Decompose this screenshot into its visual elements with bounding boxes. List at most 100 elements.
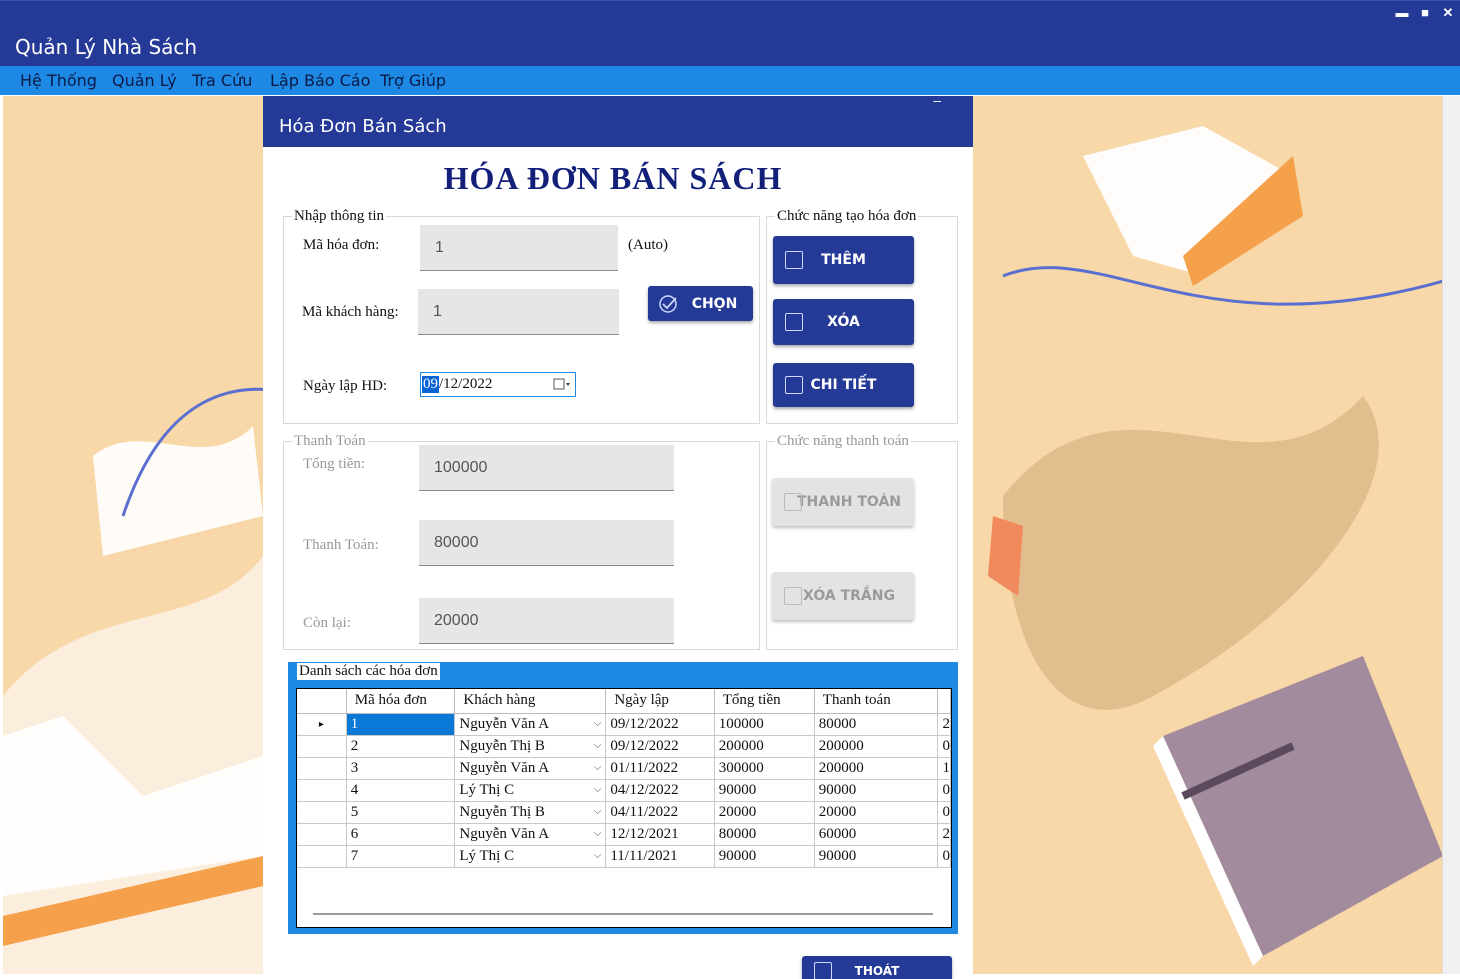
- cell-date[interactable]: 09/12/2022: [605, 735, 715, 758]
- cell-total[interactable]: 300000: [714, 757, 815, 780]
- total-label: Tổng tiền:: [303, 456, 366, 472]
- maximize-icon[interactable]: ■: [1416, 5, 1434, 20]
- choose-button[interactable]: CHỌN: [648, 286, 753, 321]
- horizontal-scrollbar[interactable]: [313, 913, 933, 915]
- table-row[interactable]: 4 Lý Thị C ⌵ 04/12/2022 90000 90000 0: [297, 779, 951, 802]
- customer-id-field[interactable]: 1: [418, 289, 619, 335]
- menu-he-thong[interactable]: Hệ Thống: [20, 71, 97, 90]
- cell-date[interactable]: 09/12/2022: [605, 713, 715, 736]
- chevron-down-icon[interactable]: ⌵: [594, 828, 602, 839]
- chevron-down-icon[interactable]: ⌵: [594, 740, 602, 751]
- cell-invoice-id[interactable]: 2: [346, 735, 456, 758]
- col-header-paid[interactable]: Thanh toán: [814, 689, 939, 714]
- chevron-down-icon[interactable]: ⌵: [594, 806, 602, 817]
- exit-button-label: THOÁT: [854, 964, 900, 978]
- cell-date[interactable]: 11/11/2021: [605, 845, 715, 868]
- cell-paid[interactable]: 60000: [814, 823, 939, 846]
- cell-overflow[interactable]: 0: [937, 801, 951, 824]
- cell-invoice-id[interactable]: 7: [346, 845, 456, 868]
- delete-button[interactable]: XÓA: [773, 299, 914, 345]
- cell-paid[interactable]: 200000: [814, 735, 939, 758]
- cell-total[interactable]: 20000: [714, 801, 815, 824]
- pay-button[interactable]: THANH TOÁN: [772, 478, 914, 526]
- row-header: [297, 735, 347, 758]
- table-row[interactable]: 5 Nguyễn Thị B ⌵ 04/11/2022 20000 20000 0: [297, 801, 951, 824]
- menu-lap-bao-cao[interactable]: Lập Báo Cáo: [270, 71, 370, 90]
- cell-total[interactable]: 100000: [714, 713, 815, 736]
- chevron-down-icon[interactable]: ⌵: [594, 718, 602, 729]
- row-header: [297, 823, 347, 846]
- chevron-down-icon[interactable]: ⌵: [594, 784, 602, 795]
- cell-customer-text: Nguyễn Văn A: [459, 715, 550, 732]
- cell-invoice-id[interactable]: 4: [346, 779, 456, 802]
- col-header-date[interactable]: Ngày lập: [605, 689, 715, 714]
- table-row[interactable]: 7 Lý Thị C ⌵ 11/11/2021 90000 90000 0: [297, 845, 951, 868]
- cell-invoice-id[interactable]: 1: [346, 713, 456, 736]
- check-circle-icon: [659, 295, 677, 313]
- cell-total[interactable]: 80000: [714, 823, 815, 846]
- add-button[interactable]: THÊM: [773, 236, 914, 284]
- table-row[interactable]: 2 Nguyễn Thị B ⌵ 09/12/2022 200000 200000…: [297, 735, 951, 758]
- minimize-icon[interactable]: ▬: [1393, 5, 1411, 20]
- menu-quan-ly[interactable]: Quản Lý: [112, 71, 177, 90]
- col-header-invoice-id[interactable]: Mã hóa đơn: [346, 689, 456, 714]
- cell-customer[interactable]: Nguyễn Văn A ⌵: [454, 823, 607, 846]
- cell-date[interactable]: 01/11/2022: [605, 757, 715, 780]
- cell-total[interactable]: 200000: [714, 735, 815, 758]
- total-field[interactable]: 100000: [419, 445, 674, 491]
- chevron-down-icon[interactable]: ⌵: [594, 850, 602, 861]
- cell-customer[interactable]: Nguyễn Văn A ⌵: [454, 757, 607, 780]
- cell-invoice-id[interactable]: 5: [346, 801, 456, 824]
- date-picker[interactable]: 09 /12/2022: [420, 372, 576, 397]
- cell-total[interactable]: 90000: [714, 845, 815, 868]
- remain-field[interactable]: 20000: [419, 598, 674, 644]
- cell-paid[interactable]: 90000: [814, 779, 939, 802]
- cell-customer[interactable]: Nguyễn Thị B ⌵: [454, 735, 607, 758]
- cell-paid[interactable]: 90000: [814, 845, 939, 868]
- cell-customer[interactable]: Nguyễn Thị B ⌵: [454, 801, 607, 824]
- cell-date[interactable]: 04/11/2022: [605, 801, 715, 824]
- cell-overflow[interactable]: 0: [937, 779, 951, 802]
- calendar-dropdown-icon[interactable]: [553, 377, 571, 392]
- col-header-customer[interactable]: Khách hàng: [454, 689, 607, 714]
- cell-paid[interactable]: 200000: [814, 757, 939, 780]
- cell-overflow[interactable]: 0: [937, 735, 951, 758]
- cell-invoice-id[interactable]: 3: [346, 757, 456, 780]
- detail-button[interactable]: CHI TIẾT: [773, 363, 914, 407]
- cell-overflow[interactable]: 2: [937, 823, 951, 846]
- form-title-bar: Hóa Đơn Bán Sách –: [263, 92, 973, 147]
- invoice-list-legend: Danh sách các hóa đơn: [297, 663, 440, 680]
- row-header: [297, 801, 347, 824]
- menu-tra-cuu[interactable]: Tra Cứu: [192, 71, 252, 90]
- cell-customer[interactable]: Nguyễn Văn A ⌵: [454, 713, 607, 736]
- col-header-total[interactable]: Tổng tiền: [714, 689, 815, 714]
- menu-tro-giup[interactable]: Trợ Giúp: [380, 71, 446, 90]
- cell-date[interactable]: 04/12/2022: [605, 779, 715, 802]
- cell-paid[interactable]: 20000: [814, 801, 939, 824]
- close-icon[interactable]: ✕: [1439, 5, 1457, 21]
- chevron-down-icon[interactable]: ⌵: [594, 762, 602, 773]
- cell-overflow[interactable]: 1: [937, 757, 951, 780]
- cell-invoice-id[interactable]: 6: [346, 823, 456, 846]
- table-row[interactable]: 6 Nguyễn Văn A ⌵ 12/12/2021 80000 60000 2: [297, 823, 951, 846]
- cell-paid[interactable]: 80000: [814, 713, 939, 736]
- clear-button[interactable]: XÓA TRẮNG: [772, 572, 914, 620]
- app-title: Quản Lý Nhà Sách: [15, 35, 198, 59]
- cell-customer[interactable]: Lý Thị C ⌵: [454, 779, 607, 802]
- cell-date[interactable]: 12/12/2021: [605, 823, 715, 846]
- cell-overflow[interactable]: 0: [937, 845, 951, 868]
- cell-total[interactable]: 90000: [714, 779, 815, 802]
- cell-overflow[interactable]: 2: [937, 713, 951, 736]
- form-title: Hóa Đơn Bán Sách: [279, 116, 447, 137]
- cell-customer-text: Nguyễn Văn A: [459, 759, 550, 776]
- cell-customer[interactable]: Lý Thị C ⌵: [454, 845, 607, 868]
- invoice-grid[interactable]: Mã hóa đơn Khách hàng Ngày lập Tổng tiền…: [296, 688, 952, 928]
- table-row[interactable]: ▸ 1 Nguyễn Văn A ⌵ 09/12/2022 100000 8000…: [297, 713, 951, 736]
- auto-label: (Auto): [628, 237, 668, 253]
- form-minimize-icon[interactable]: –: [933, 92, 941, 108]
- vertical-scrollbar[interactable]: [1442, 96, 1460, 974]
- table-row[interactable]: 3 Nguyễn Văn A ⌵ 01/11/2022 300000 200000…: [297, 757, 951, 780]
- invoice-id-field[interactable]: 1: [420, 225, 618, 271]
- paid-field[interactable]: 80000: [419, 520, 674, 566]
- exit-button[interactable]: THOÁT: [802, 956, 952, 979]
